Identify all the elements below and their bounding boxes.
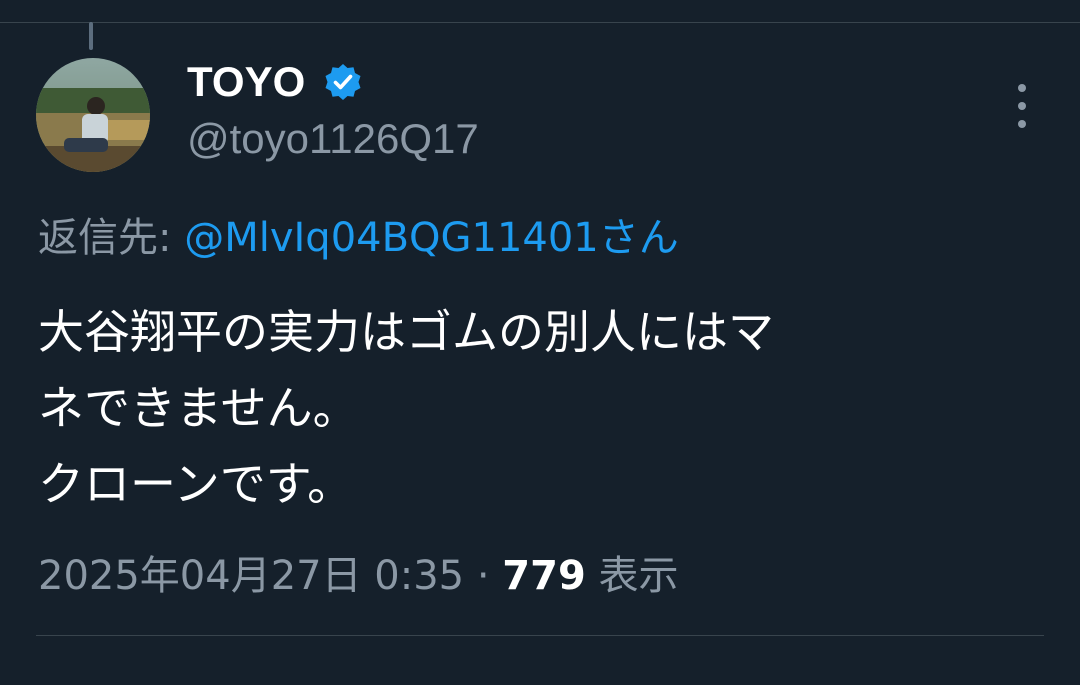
- views-count: 779: [502, 553, 586, 599]
- meta-separator: ·: [476, 553, 490, 599]
- author-name-row: TOYO: [187, 52, 363, 112]
- avatar[interactable]: [36, 58, 150, 172]
- reply-handle-link[interactable]: @MlvIq04BQG11401さん: [184, 215, 679, 261]
- bottom-divider: [36, 635, 1044, 636]
- timestamp-link[interactable]: 2025年04月27日 0:35: [38, 553, 464, 599]
- author-handle[interactable]: @toyo1126Q17: [187, 115, 479, 163]
- tweet-text-line: クローンです。: [38, 457, 354, 511]
- display-name[interactable]: TOYO: [187, 58, 305, 106]
- tweet-text: 大谷翔平の実力はゴムの別人にはマ ネできません。 クローンです。: [38, 294, 1048, 522]
- avatar-photo: [36, 58, 150, 172]
- views-label: 表示: [598, 553, 679, 599]
- more-vertical-icon[interactable]: [1005, 84, 1039, 128]
- more-dot: [1018, 102, 1026, 110]
- verified-badge-icon[interactable]: [323, 62, 363, 102]
- top-divider: [0, 22, 1080, 23]
- tweet-text-line: ネできません。: [38, 381, 359, 435]
- more-dot: [1018, 84, 1026, 92]
- reply-context: 返信先: @MlvIq04BQG11401さん: [38, 205, 679, 263]
- reply-prefix: 返信先:: [38, 215, 172, 261]
- tweet-meta: 2025年04月27日 0:35 · 779 表示: [38, 543, 679, 601]
- more-dot: [1018, 120, 1026, 128]
- tweet-text-line: 大谷翔平の実力はゴムの別人にはマ: [38, 305, 774, 359]
- thread-connector-line: [89, 22, 93, 50]
